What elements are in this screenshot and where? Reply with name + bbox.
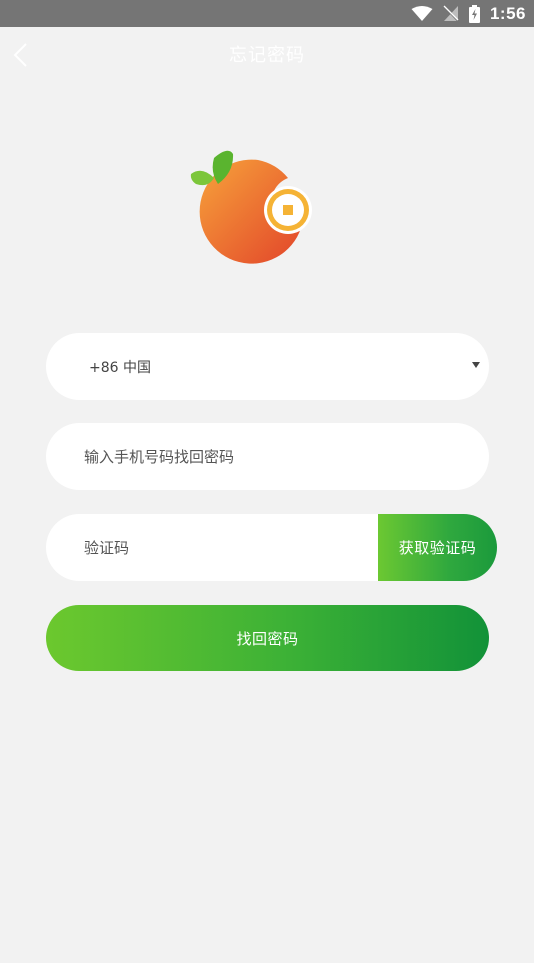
page-title: 忘记密码 xyxy=(229,45,305,66)
get-code-button[interactable]: 获取验证码 xyxy=(378,514,497,581)
verification-code-input[interactable] xyxy=(84,514,364,581)
status-bar: 1:56 xyxy=(0,0,534,27)
chevron-down-icon xyxy=(472,362,480,368)
nav-bar: 忘记密码 xyxy=(0,27,534,83)
forgot-password-screen: 1:56 忘记密码 +86 中国 输入手机号码找回密码 验证码 获取验证码 找回… xyxy=(0,0,534,963)
country-value: +86 中国 xyxy=(89,360,151,376)
app-logo xyxy=(188,148,318,270)
wifi-icon xyxy=(411,5,433,22)
no-signal-icon xyxy=(443,5,459,22)
status-icons: 1:56 xyxy=(411,0,526,27)
recover-password-button[interactable]: 找回密码 xyxy=(46,605,489,671)
phone-input[interactable] xyxy=(84,423,384,490)
status-time: 1:56 xyxy=(489,3,526,23)
orange-coin-logo-icon xyxy=(190,150,312,264)
phone-field-container xyxy=(46,423,489,490)
battery-charging-icon xyxy=(468,4,480,23)
country-select[interactable]: +86 中国 xyxy=(46,333,489,400)
